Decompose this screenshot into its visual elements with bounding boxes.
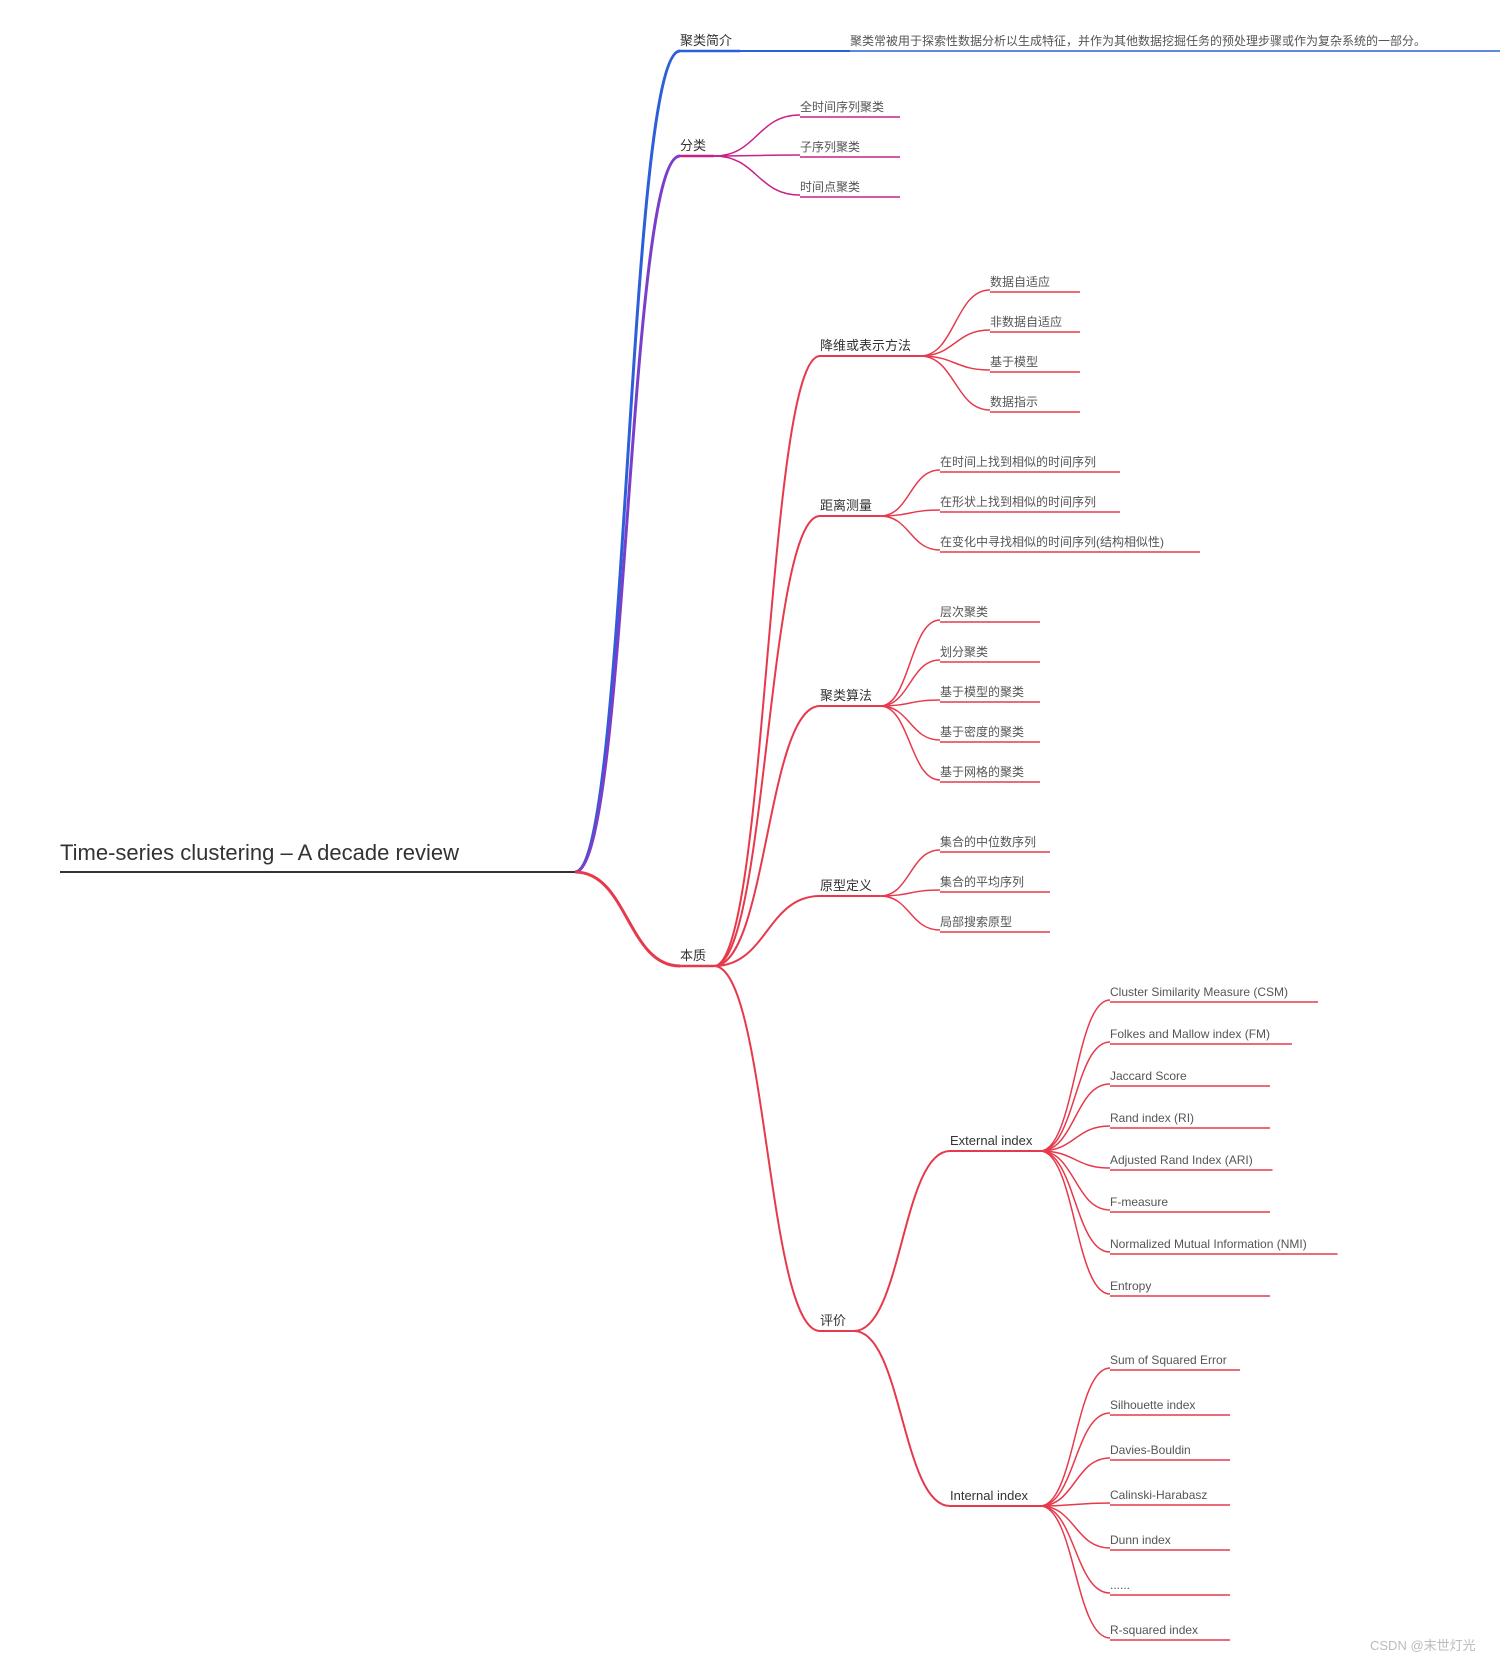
node-category: 分类 xyxy=(680,138,706,153)
branch-curve xyxy=(920,290,990,356)
branch-curve xyxy=(920,330,990,356)
algo-leaf-1: 划分聚类 xyxy=(940,645,988,659)
branch-curve xyxy=(880,706,940,780)
branch-curve xyxy=(714,356,820,966)
branch-curve xyxy=(1040,1506,1110,1593)
distance-leaf-1: 在形状上找到相似的时间序列 xyxy=(940,494,1096,509)
proto-leaf-1: 集合的平均序列 xyxy=(940,874,1024,889)
internal-leaf-5: ...... xyxy=(1110,1578,1130,1592)
branch-curve xyxy=(880,510,940,516)
node-external: External index xyxy=(950,1133,1033,1148)
branch-curve xyxy=(1040,1042,1110,1151)
category-leaf-0: 全时间序列聚类 xyxy=(800,99,884,114)
branch-curve xyxy=(575,51,680,872)
branch-curve xyxy=(575,156,680,872)
internal-leaf-3: Calinski-Harabasz xyxy=(1110,1488,1207,1502)
algo-leaf-4: 基于网格的聚类 xyxy=(940,764,1024,779)
external-leaf-2: Jaccard Score xyxy=(1110,1069,1187,1083)
node-distance: 距离测量 xyxy=(820,498,872,513)
internal-leaf-1: Silhouette index xyxy=(1110,1398,1195,1412)
node-dimred: 降维或表示方法 xyxy=(820,338,911,353)
branch-curve xyxy=(1040,1000,1110,1151)
node-algo: 聚类算法 xyxy=(820,688,872,703)
branch-curve xyxy=(1040,1151,1110,1252)
branch-curve xyxy=(880,896,940,930)
node-intro: 聚类简介 xyxy=(680,33,732,48)
branch-curve xyxy=(1040,1368,1110,1506)
external-leaf-1: Folkes and Mallow index (FM) xyxy=(1110,1027,1270,1041)
branch-curve xyxy=(854,1151,950,1331)
external-leaf-6: Normalized Mutual Information (NMI) xyxy=(1110,1237,1307,1251)
category-leaf-2: 时间点聚类 xyxy=(800,180,860,194)
dimred-leaf-2: 基于模型 xyxy=(990,355,1038,369)
node-internal: Internal index xyxy=(950,1488,1029,1503)
external-leaf-0: Cluster Similarity Measure (CSM) xyxy=(1110,985,1288,999)
category-leaf-1: 子序列聚类 xyxy=(800,139,860,154)
node-eval: 评价 xyxy=(820,1313,846,1328)
internal-leaf-0: Sum of Squared Error xyxy=(1110,1353,1227,1367)
proto-leaf-2: 局部搜索原型 xyxy=(940,914,1012,929)
branch-curve xyxy=(1040,1506,1110,1548)
external-leaf-7: Entropy xyxy=(1110,1279,1151,1293)
external-leaf-4: Adjusted Rand Index (ARI) xyxy=(1110,1153,1253,1167)
branch-curve xyxy=(575,872,680,966)
intro-desc: 聚类常被用于探索性数据分析以生成特征，并作为其他数据挖掘任务的预处理步骤或作为复… xyxy=(850,33,1426,48)
branch-curve xyxy=(880,516,940,550)
proto-leaf-0: 集合的中位数序列 xyxy=(940,834,1036,849)
internal-leaf-6: R-squared index xyxy=(1110,1623,1198,1637)
algo-leaf-0: 层次聚类 xyxy=(940,605,988,619)
dimred-leaf-0: 数据自适应 xyxy=(990,274,1050,289)
branch-curve xyxy=(880,706,940,740)
internal-leaf-2: Davies-Bouldin xyxy=(1110,1443,1191,1457)
branch-curve xyxy=(880,470,940,516)
external-leaf-3: Rand index (RI) xyxy=(1110,1111,1194,1125)
branch-curve xyxy=(880,620,940,706)
mindmap-canvas: Time-series clustering – A decade review… xyxy=(0,0,1512,1664)
watermark: CSDN @末世灯光 xyxy=(1370,1638,1476,1653)
dimred-leaf-3: 数据指示 xyxy=(990,394,1038,409)
node-essence: 本质 xyxy=(680,948,706,963)
branch-curve xyxy=(920,356,990,410)
branch-curve xyxy=(714,966,820,1331)
distance-leaf-2: 在变化中寻找相似的时间序列(结构相似性) xyxy=(940,534,1164,549)
branch-curve xyxy=(880,890,940,896)
branch-curve xyxy=(880,850,940,896)
internal-leaf-4: Dunn index xyxy=(1110,1533,1171,1547)
node-proto: 原型定义 xyxy=(820,878,872,893)
branch-curve xyxy=(1040,1506,1110,1638)
root-node: Time-series clustering – A decade review xyxy=(60,840,459,865)
external-leaf-5: F-measure xyxy=(1110,1195,1168,1209)
branch-curve xyxy=(854,1331,950,1506)
dimred-leaf-1: 非数据自适应 xyxy=(990,314,1062,329)
branch-curve xyxy=(714,156,800,195)
branch-curve xyxy=(1040,1458,1110,1506)
algo-leaf-3: 基于密度的聚类 xyxy=(940,724,1024,739)
branch-curve xyxy=(714,115,800,156)
distance-leaf-0: 在时间上找到相似的时间序列 xyxy=(940,454,1096,469)
branch-curve xyxy=(880,660,940,706)
branch-curve xyxy=(1040,1084,1110,1151)
branch-curve xyxy=(1040,1151,1110,1294)
algo-leaf-2: 基于模型的聚类 xyxy=(940,684,1024,699)
